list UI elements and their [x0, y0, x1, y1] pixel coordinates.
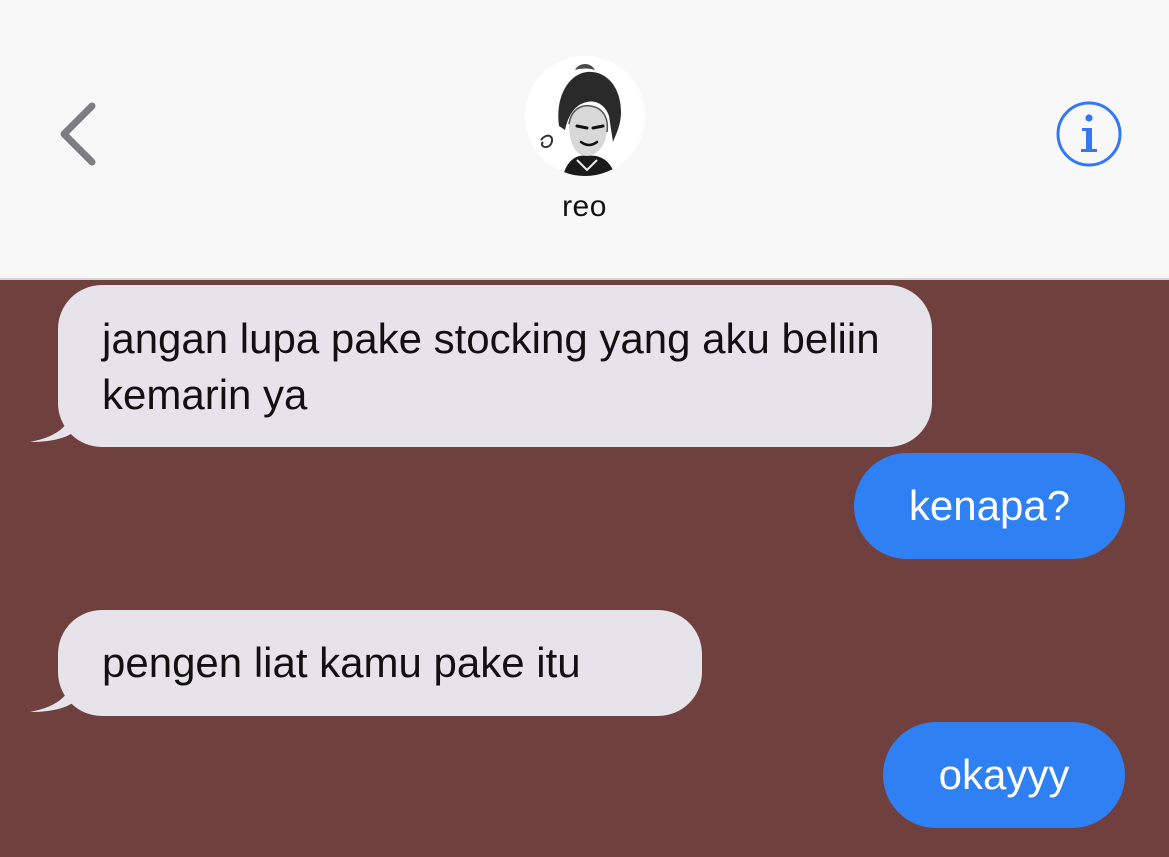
incoming-message-bubble[interactable]: jangan lupa pake stocking yang aku belii… — [58, 285, 932, 447]
message-text: pengen liat kamu pake itu — [102, 639, 581, 686]
message-text: okayyy — [938, 751, 1070, 798]
incoming-message-bubble[interactable]: pengen liat kamu pake itu — [58, 610, 702, 716]
message-text: jangan lupa pake stocking yang aku belii… — [102, 315, 880, 418]
outgoing-message-bubble[interactable]: okayyy — [883, 722, 1125, 828]
conversation-header: reo — [0, 0, 1169, 280]
info-button[interactable] — [1054, 99, 1124, 169]
contact-name[interactable]: reo — [0, 190, 1169, 224]
message-thread[interactable]: jangan lupa pake stocking yang aku belii… — [0, 280, 1169, 857]
chevron-left-icon — [60, 102, 96, 166]
outgoing-message-bubble[interactable]: kenapa? — [854, 453, 1125, 559]
avatar-image — [525, 56, 645, 176]
message-text: kenapa? — [908, 482, 1071, 529]
avatar[interactable] — [525, 56, 645, 176]
info-circle-icon — [1056, 101, 1122, 167]
back-button[interactable] — [52, 96, 108, 172]
